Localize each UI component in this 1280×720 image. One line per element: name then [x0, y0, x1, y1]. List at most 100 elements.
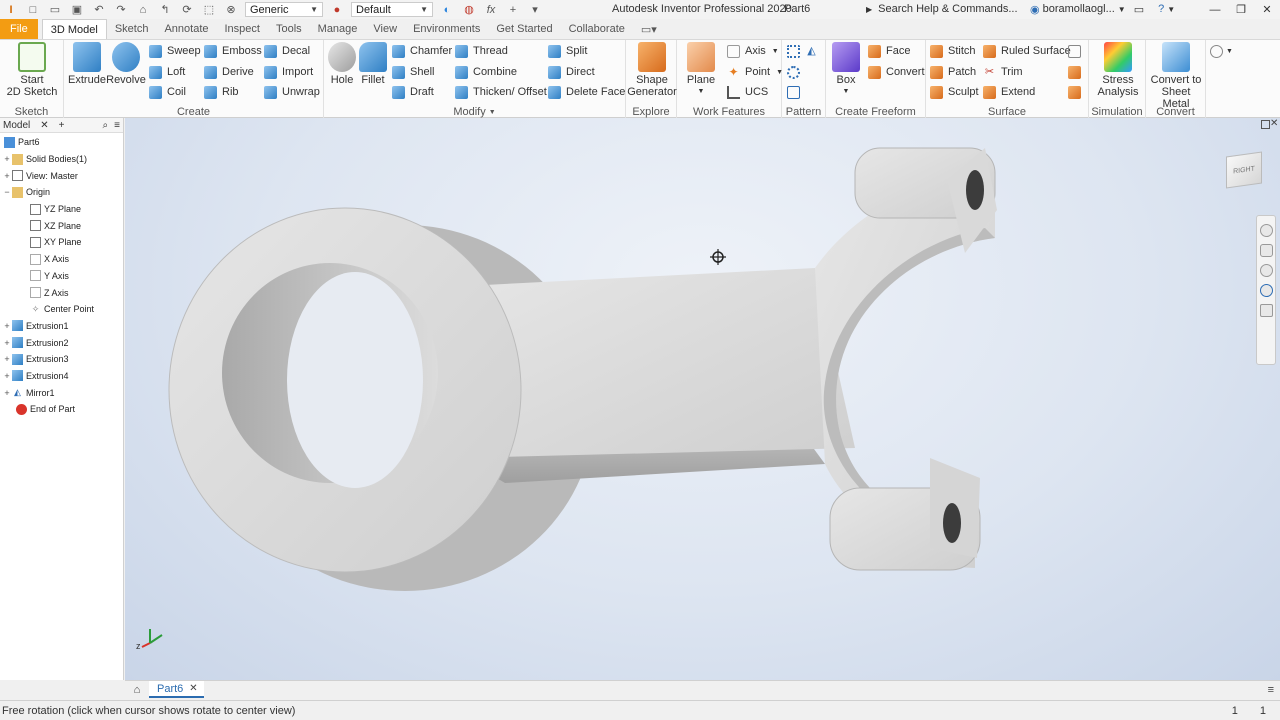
tree-item-extrusion3[interactable]: + Extrusion3: [0, 351, 123, 368]
tab-tools[interactable]: Tools: [268, 19, 310, 39]
convert-freeform-button[interactable]: Convert: [868, 63, 925, 81]
expander-icon[interactable]: +: [2, 354, 12, 364]
plane-button[interactable]: Plane ▼: [683, 42, 719, 98]
expander-icon[interactable]: +: [2, 338, 12, 348]
ribbon-display-icon[interactable]: ▭▾: [633, 19, 665, 39]
tab-view[interactable]: View: [365, 19, 405, 39]
stitch-button[interactable]: Stitch: [930, 42, 976, 60]
pan-icon[interactable]: [1259, 244, 1273, 257]
zoom-icon[interactable]: [1259, 264, 1273, 277]
decal-button[interactable]: Decal: [264, 42, 310, 60]
expander-icon[interactable]: +: [2, 171, 12, 181]
tab-environments[interactable]: Environments: [405, 19, 488, 39]
coil-button[interactable]: Coil: [149, 83, 186, 101]
home-icon[interactable]: ⌂: [125, 684, 149, 696]
expander-icon[interactable]: +: [2, 321, 12, 331]
tree-item-xy-plane[interactable]: XY Plane: [0, 234, 123, 251]
surface-tool-1-button[interactable]: [1068, 42, 1086, 60]
unwrap-button[interactable]: Unwrap: [264, 83, 320, 101]
tree-item-x-axis[interactable]: X Axis: [0, 251, 123, 268]
tree-item-center-point[interactable]: ✧ Center Point: [0, 301, 123, 318]
tree-item-view[interactable]: + View: Master: [0, 167, 123, 184]
tree-item-extrusion4[interactable]: + Extrusion4: [0, 368, 123, 385]
combine-button[interactable]: Combine: [455, 63, 517, 81]
tree-item-end-of-part[interactable]: End of Part: [0, 401, 123, 418]
orbit-icon[interactable]: [1259, 284, 1273, 297]
tree-item-mirror1[interactable]: + ◭ Mirror1: [0, 384, 123, 401]
loft-button[interactable]: Loft: [149, 63, 185, 81]
view-cube-face[interactable]: RIGHT: [1226, 151, 1262, 189]
expander-icon[interactable]: +: [2, 371, 12, 381]
ucs-button[interactable]: UCS: [727, 83, 768, 101]
face-button[interactable]: Face: [868, 42, 910, 60]
tree-item-z-axis[interactable]: Z Axis: [0, 284, 123, 301]
cart-icon[interactable]: ▭: [1134, 3, 1144, 16]
document-tab-part6[interactable]: Part6 ✕: [149, 681, 204, 698]
shell-button[interactable]: Shell: [392, 63, 434, 81]
tab-menu-icon[interactable]: ≡: [1268, 684, 1274, 696]
rectangular-pattern-button[interactable]: [787, 42, 805, 60]
expander-icon[interactable]: +: [2, 388, 12, 398]
select-icon[interactable]: ⬚: [198, 1, 220, 18]
trim-button[interactable]: ✂ Trim: [983, 63, 1023, 81]
close-viewport-icon[interactable]: ✕: [1270, 118, 1280, 130]
view-cube[interactable]: RIGHT: [1226, 151, 1268, 192]
shape-generator-button[interactable]: Shape Generator: [627, 42, 677, 98]
emboss-button[interactable]: Emboss: [204, 42, 262, 60]
minimize-icon[interactable]: —: [1202, 0, 1228, 19]
close-icon[interactable]: ✕: [1254, 0, 1280, 19]
home-icon[interactable]: ⌂: [132, 1, 154, 18]
maximize-viewport-icon[interactable]: [1261, 120, 1270, 129]
browser-tab-model[interactable]: Model: [3, 120, 30, 131]
extrude-button[interactable]: Extrude: [68, 42, 106, 86]
tree-item-yz-plane[interactable]: YZ Plane: [0, 201, 123, 218]
tree-item-part[interactable]: Part6: [0, 134, 123, 151]
sculpt-button[interactable]: Sculpt: [930, 83, 979, 101]
mirror-button[interactable]: ◭: [805, 42, 823, 60]
view-face-icon[interactable]: [1259, 304, 1273, 317]
tab-file[interactable]: File: [0, 19, 38, 39]
tree-item-extrusion1[interactable]: + Extrusion1: [0, 318, 123, 335]
point-button[interactable]: ✦ Point ▼: [727, 63, 783, 81]
hole-button[interactable]: Hole: [327, 42, 357, 86]
draft-button[interactable]: Draft: [392, 83, 434, 101]
search-icon[interactable]: ⌕: [103, 120, 109, 131]
split-button[interactable]: Split: [548, 42, 587, 60]
clear-appearance-icon[interactable]: ◍: [458, 1, 480, 18]
update-icon[interactable]: ⟳: [176, 1, 198, 18]
save-icon[interactable]: ▣: [66, 1, 88, 18]
tab-annotate[interactable]: Annotate: [156, 19, 216, 39]
new-icon[interactable]: □: [22, 1, 44, 18]
close-icon[interactable]: ✕: [189, 683, 197, 694]
redo-icon[interactable]: ↷: [110, 1, 132, 18]
tab-collaborate[interactable]: Collaborate: [561, 19, 633, 39]
start-2d-sketch-button[interactable]: Start 2D Sketch: [6, 42, 58, 98]
steering-wheel-icon[interactable]: [1259, 224, 1273, 237]
tree-item-xz-plane[interactable]: XZ Plane: [0, 217, 123, 234]
expander-icon[interactable]: +: [2, 154, 12, 164]
rib-button[interactable]: Rib: [204, 83, 239, 101]
ribbon-options-button[interactable]: ▼: [1210, 42, 1233, 60]
menu-icon[interactable]: ≡: [114, 120, 120, 131]
delete-face-button[interactable]: Delete Face: [548, 83, 625, 101]
open-icon[interactable]: ▭: [44, 1, 66, 18]
search-input[interactable]: ▶ Search Help & Commands...: [866, 0, 1024, 18]
fillet-button[interactable]: Fillet: [358, 42, 388, 86]
sketch-pattern-button[interactable]: [787, 83, 805, 101]
extend-button[interactable]: Extend: [983, 83, 1035, 101]
sweep-button[interactable]: Sweep: [149, 42, 201, 60]
chamfer-button[interactable]: Chamfer: [392, 42, 452, 60]
ruled-surface-button[interactable]: Ruled Surface: [983, 42, 1071, 60]
direct-button[interactable]: Direct: [548, 63, 595, 81]
tree-item-y-axis[interactable]: Y Axis: [0, 268, 123, 285]
tree-item-solid-bodies[interactable]: + Solid Bodies(1): [0, 151, 123, 168]
plus-icon[interactable]: +: [59, 120, 65, 131]
graphics-viewport[interactable]: z RIGHT ✕: [125, 118, 1280, 680]
circular-pattern-button[interactable]: [787, 63, 805, 81]
tab-sketch[interactable]: Sketch: [107, 19, 157, 39]
tab-inspect[interactable]: Inspect: [217, 19, 268, 39]
box-button[interactable]: Box ▼: [830, 42, 862, 98]
customize-icon[interactable]: ▾: [524, 1, 546, 18]
appearance-select[interactable]: Default ▼: [351, 2, 433, 17]
tab-get-started[interactable]: Get Started: [488, 19, 560, 39]
